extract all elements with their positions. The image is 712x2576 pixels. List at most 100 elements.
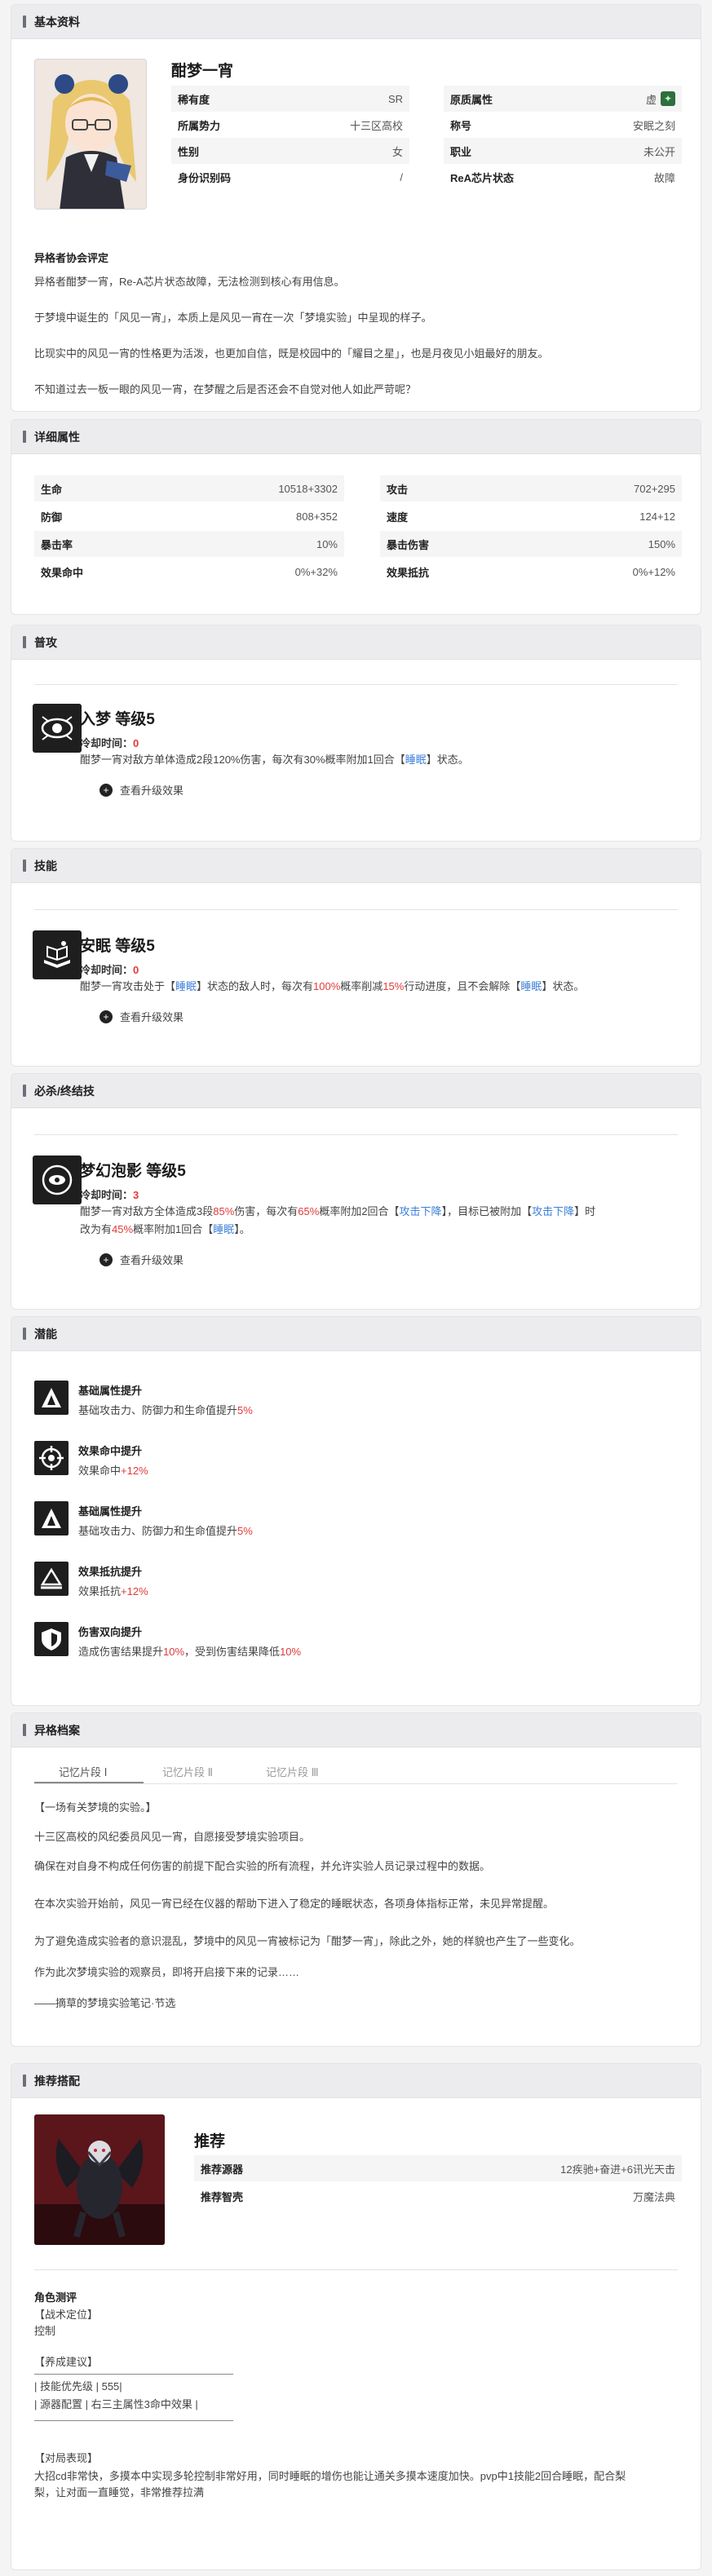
stat-atk: 攻击 702+295	[380, 475, 682, 502]
ultimate-panel: 必杀/终结技 梦幻泡影 等级5 冷却时间：3 酣梦一宵对敌方全体造成3段85%伤…	[11, 1073, 701, 1310]
info-faction: 所属势力 十三区高校	[178, 119, 403, 132]
archive-header: 异格档案	[11, 1713, 701, 1748]
skill-header: 技能	[11, 849, 701, 883]
build-line: | 源器配置 | 右三主属性3命中效果 |	[34, 2398, 198, 2410]
potential-desc: 基础攻击力、防御力和生命值提升5%	[78, 1525, 253, 1537]
view-upgrade-button[interactable]: + 查看升级效果	[100, 1252, 184, 1267]
plus-icon: +	[100, 1253, 113, 1266]
potential-name: 效果命中提升	[78, 1445, 143, 1457]
attributes-panel: 详细属性 生命 10518+3302 攻击 702+295 防御 808+352 速度…	[11, 419, 701, 615]
info-chip-status: ReA芯片状态 故障	[450, 171, 675, 184]
evaluation-paragraph: 异格者酣梦一宵，Re-A芯片状态故障，无法检测到核心有用信息。	[34, 276, 345, 288]
build-label: 【养成建议】	[34, 2356, 99, 2368]
orb-skill-icon	[33, 1155, 82, 1204]
divider	[34, 1783, 678, 1784]
review-title: 角色测评	[34, 2291, 77, 2304]
evaluation-paragraph: 于梦境中诞生的「风见一宵」，本质上是风见一宵在一次「梦境实验」中呈现的样子。	[34, 312, 432, 324]
archive-line: ——摘草的梦境实验笔记·节选	[34, 1997, 176, 2009]
archive-line: 在本次实验开始前，风见一宵已经在仪器的帮助下进入了稳定的睡眠状态，各项身体指标正…	[34, 1898, 555, 1910]
archive-line: 十三区高校的风纪委员风见一宵，自愿接受梦境实验项目。	[34, 1831, 311, 1843]
ultimate-name: 梦幻泡影 等级5	[80, 1163, 186, 1180]
archive-line: 作为此次梦境实验的观察员，即将开启接下来的记录……	[34, 1966, 300, 1978]
evaluation-title: 异格者协会评定	[34, 252, 109, 264]
resist-icon	[34, 1562, 69, 1596]
book-skill-icon	[33, 930, 82, 979]
stat-boost-icon	[34, 1501, 69, 1535]
build-line: | 技能优先级 | 555|	[34, 2380, 122, 2393]
potential-name: 效果抵抗提升	[78, 1566, 143, 1578]
info-title: 称号 安眠之刻	[450, 119, 675, 132]
performance-line: 大招cd非常快，多摸本中实现多轮控制非常好用，同时睡眠的增伤也能让通关多摸本速度…	[34, 2470, 626, 2482]
info-id-code: 身份识别码 /	[178, 170, 403, 184]
stat-def: 防御 808+352	[41, 510, 338, 524]
normal-attack-header: 普攻	[11, 625, 701, 660]
character-page: 基本资料 酣梦一宵 稀有度 SR 原质属性虚 ✦ 所属势力 十三区高校 称号 安眠之刻	[0, 0, 712, 2576]
info-rarity: 稀有度 SR	[171, 86, 409, 112]
potential-desc: 基础攻击力、防御力和生命值提升5%	[78, 1404, 253, 1416]
stat-crit-rate: 暴击率 10%	[34, 531, 344, 557]
recommend-panel: 推荐搭配 推荐 推荐源器 12疾驰+奋进+6讯光天击 推荐智壳 万魔法典 角色测评 …	[11, 2063, 701, 2570]
skill-panel: 技能 安眠 等级5 冷却时间：0 酣梦一宵攻击处于【睡眠】状态的敌人时，每次有1…	[11, 848, 701, 1067]
recommend-row: 推荐源器 12疾驰+奋进+6讯光天击	[194, 2155, 682, 2181]
archive-line: 为了避免造成实验者的意识混乱，梦境中的风见一宵被标记为「酣梦一宵」，除此之外，她…	[34, 1935, 581, 1947]
info-job: 职业 未公开	[444, 138, 682, 164]
stat-hp: 生命 10518+3302	[34, 475, 344, 502]
archive-line: 【一场有关梦境的实验。】	[34, 1801, 157, 1814]
tab-memory-1[interactable]: 记忆片段 Ⅰ	[59, 1764, 107, 1779]
tactic-value: 控制	[34, 2325, 56, 2337]
normal-attack-panel: 普攻 入梦 等级5 冷却时间：0 酣梦一宵对敌方单体造成2段120%伤害，每次有…	[11, 625, 701, 842]
normal-attack-desc: 酣梦一宵对敌方单体造成2段120%伤害，每次有30%概率附加1回合【睡眠】状态。	[80, 753, 469, 766]
performance-line: 梨，让对面一直睡觉，非常推荐拉满	[34, 2486, 205, 2499]
cooldown: 冷却时间：3	[80, 1189, 139, 1201]
potential-panel: 潜能 基础属性提升 基础攻击力、防御力和生命值提升5% 效果命中提升 效果命中+…	[11, 1316, 701, 1706]
archive-line: 确保在对自身不构成任何伤害的前提下配合实验的所有流程，并允许实验人员记录过程中的…	[34, 1860, 491, 1872]
info-gender: 性别女	[171, 138, 409, 164]
eye-skill-icon	[33, 704, 82, 753]
view-upgrade-button[interactable]: + 查看升级效果	[100, 782, 184, 798]
plus-icon: +	[100, 1010, 113, 1023]
stat-spd: 速度 124+12	[387, 510, 675, 524]
stat-crit-dmg: 暴击伤害 150%	[380, 531, 682, 557]
basic-info-panel: 基本资料 酣梦一宵 稀有度 SR 原质属性虚 ✦ 所属势力 十三区高校 称号 安眠之刻	[11, 4, 701, 412]
potential-header: 潜能	[11, 1317, 701, 1351]
ultimate-header: 必杀/终结技	[11, 1074, 701, 1108]
plus-icon: +	[100, 783, 113, 797]
recommended-partner-portrait	[34, 2114, 165, 2245]
recommend-title: 推荐	[194, 2133, 226, 2150]
stat-boost-icon	[34, 1381, 69, 1415]
potential-name: 基础属性提升	[78, 1385, 143, 1397]
skill-name: 安眠 等级5	[80, 938, 155, 955]
view-upgrade-button[interactable]: + 查看升级效果	[100, 1009, 184, 1024]
evaluation-paragraph: 比现实中的风见一宵的性格更为活泼，也更加自信，既是校园中的「耀目之星」，也是月夜…	[34, 347, 549, 360]
potential-name: 基础属性提升	[78, 1505, 143, 1518]
tab-memory-3[interactable]: 记忆片段 Ⅲ	[266, 1764, 319, 1779]
info-attribute: 原质属性虚 ✦	[444, 86, 682, 112]
attributes-header: 详细属性	[11, 420, 701, 454]
void-attribute-icon: ✦	[661, 91, 675, 106]
archive-panel: 异格档案 记忆片段 Ⅰ 记忆片段 Ⅱ 记忆片段 Ⅲ 【一场有关梦境的实验。】 十…	[11, 1712, 701, 2047]
character-portrait	[34, 59, 147, 210]
skill-desc: 酣梦一宵攻击处于【睡眠】状态的敌人时，每次有100%概率削减15%行动进度，且不…	[80, 980, 585, 992]
basic-info-header: 基本资料	[11, 5, 701, 39]
potential-desc: 造成伤害结果提升10%，受到伤害结果降低10%	[78, 1646, 302, 1658]
potential-desc: 效果命中+12%	[78, 1465, 148, 1477]
tab-memory-2[interactable]: 记忆片段 Ⅱ	[162, 1764, 213, 1779]
divider	[34, 909, 678, 910]
shield-icon	[34, 1622, 69, 1656]
divider	[34, 684, 678, 685]
tactic-label: 【战术定位】	[34, 2309, 99, 2321]
normal-attack-name: 入梦 等级5	[80, 711, 155, 728]
character-name: 酣梦一宵	[171, 63, 234, 80]
divider	[34, 1134, 678, 1135]
evaluation-paragraph: 不知道过去一板一眼的风见一宵，在梦醒之后是否还会不自觉对他人如此严苛呢？	[34, 383, 417, 395]
recommend-header: 推荐搭配	[11, 2064, 701, 2098]
cooldown: 冷却时间：0	[80, 964, 139, 976]
target-icon	[34, 1441, 69, 1475]
potential-desc: 效果抵抗+12%	[78, 1585, 148, 1597]
cooldown: 冷却时间：0	[80, 737, 139, 749]
ultimate-desc: 酣梦一宵对敌方全体造成3段85%伤害，每次有65%概率附加2回合【攻击下降】，目…	[80, 1205, 596, 1235]
stat-effect-hit: 效果命中 0%+32%	[41, 565, 338, 579]
performance-label: 【对局表现】	[34, 2452, 99, 2464]
recommend-row: 推荐智壳 万魔法典	[201, 2190, 675, 2203]
stat-effect-res: 效果抵抗 0%+12%	[387, 565, 675, 579]
